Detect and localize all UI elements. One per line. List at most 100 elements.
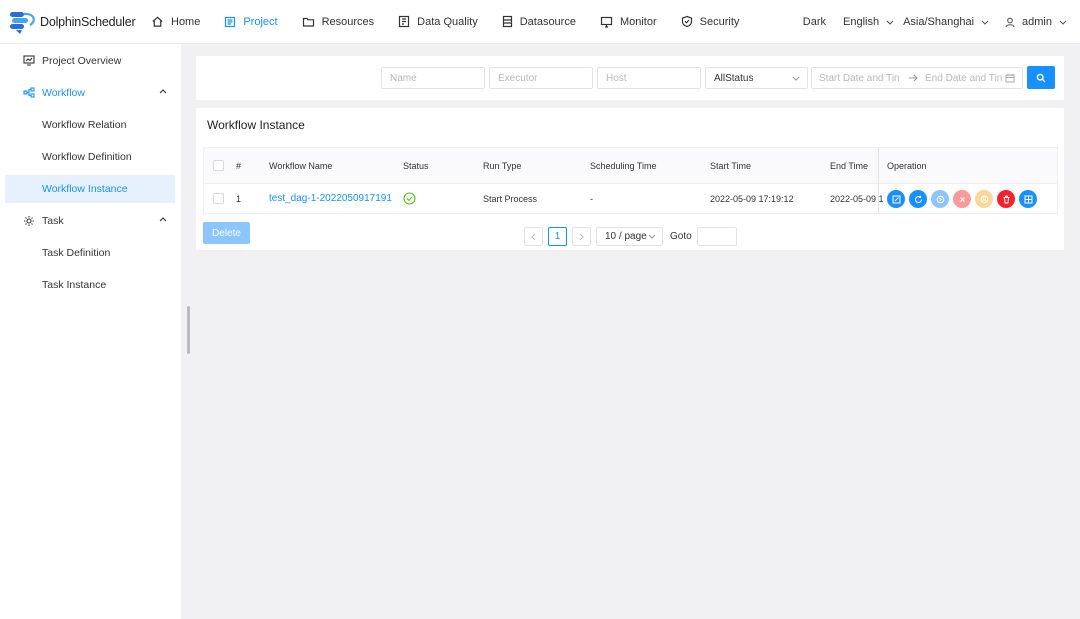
sidebar-item-task-instance[interactable]: Task Instance: [5, 271, 175, 299]
table-row: 1 test_dag-1-2022050917191 Start Process…: [204, 184, 1057, 214]
user-icon: [1005, 17, 1015, 27]
column-header-run-type: Run Type: [483, 161, 522, 171]
arrow-right-icon: [909, 74, 918, 82]
start-time: 2022-05-09 17:19:12: [710, 194, 794, 204]
recover-failed-button[interactable]: [931, 190, 949, 208]
stop-button[interactable]: [953, 190, 971, 208]
chevron-up-icon: [159, 217, 167, 222]
user-menu[interactable]: admin: [1005, 16, 1067, 28]
nav-datasource-label: Datasource: [519, 15, 576, 28]
language-select[interactable]: English: [843, 16, 894, 28]
nav-home-label: Home: [171, 15, 201, 28]
datasource-icon: [502, 15, 512, 28]
chevron-up-icon: [159, 89, 167, 94]
rerun-button[interactable]: [909, 190, 927, 208]
chevron-down-icon: [981, 20, 989, 25]
gear-icon: [24, 216, 34, 226]
language-label: English: [843, 16, 880, 28]
host-filter-placeholder: Host: [606, 72, 627, 84]
nav-monitor[interactable]: Monitor: [600, 0, 657, 44]
user-name: admin: [1022, 16, 1052, 28]
nav-project-label: Project: [243, 15, 278, 28]
stop-icon: [959, 196, 965, 202]
page-size-value: 10 / page: [605, 231, 647, 242]
sidebar: Project Overview Workflow Workflow Relat…: [0, 44, 181, 619]
sidebar-item-label: Workflow Definition: [42, 151, 132, 163]
table-header: # Workflow Name Status Run Type Scheduli…: [204, 148, 1057, 184]
goto-page-input[interactable]: [697, 227, 737, 246]
sidebar-item-label: Workflow Relation: [42, 119, 127, 131]
nav-datasource[interactable]: Datasource: [502, 0, 576, 44]
prev-page-button[interactable]: [524, 227, 543, 246]
header-tools: Dark English Asia/Shanghai admin: [803, 0, 1080, 44]
overview-icon: [23, 55, 35, 66]
row-checkbox[interactable]: [213, 193, 224, 204]
nav-resources-label: Resources: [321, 15, 375, 28]
chevron-down-icon: [886, 20, 894, 25]
monitor-icon: [600, 16, 613, 28]
name-filter-placeholder: Name: [390, 72, 417, 84]
pause-icon: [980, 195, 988, 203]
sidebar-item-label: Workflow: [42, 87, 85, 99]
select-all-checkbox[interactable]: [213, 160, 224, 171]
nav-home[interactable]: Home: [151, 0, 200, 44]
pause-button[interactable]: [975, 190, 993, 208]
status-success-icon: [403, 192, 416, 207]
column-header-end-time: End Time: [830, 161, 869, 171]
batch-delete-button[interactable]: Delete: [203, 222, 250, 244]
operation-column-divider: [878, 148, 879, 214]
nav-project[interactable]: Project: [224, 0, 278, 44]
sidebar-item-label: Task Instance: [42, 279, 107, 291]
sidebar-item-label: Task Definition: [42, 247, 111, 259]
name-filter-input[interactable]: Name: [381, 67, 485, 89]
delete-button-label: Delete: [212, 227, 241, 239]
gantt-icon: [1024, 195, 1032, 203]
column-header-index: #: [236, 161, 242, 171]
delete-row-button[interactable]: [997, 190, 1015, 208]
chevron-down-icon: [648, 234, 656, 239]
project-icon: [225, 16, 236, 27]
host-filter-input[interactable]: Host: [597, 67, 701, 89]
nav-resources[interactable]: Resources: [302, 0, 375, 44]
column-header-status: Status: [403, 161, 429, 171]
page-button-current[interactable]: 1: [548, 227, 567, 246]
gantt-button[interactable]: [1019, 190, 1037, 208]
date-range-picker[interactable]: Start Date and Tin End Date and Tin: [811, 67, 1023, 89]
sidebar-item-task-definition[interactable]: Task Definition: [5, 239, 175, 267]
sidebar-item-workflow[interactable]: Workflow: [5, 79, 175, 107]
trash-icon: [1003, 195, 1009, 203]
sidebar-item-workflow-definition[interactable]: Workflow Definition: [5, 143, 175, 171]
workflow-name-link[interactable]: test_dag-1-2022050917191: [269, 193, 392, 204]
scheduling-time: -: [590, 194, 593, 204]
sidebar-item-project-overview[interactable]: Project Overview: [5, 47, 175, 75]
nav-data-quality[interactable]: Data Quality: [398, 0, 478, 44]
page-size-select[interactable]: 10 / page: [596, 227, 663, 246]
current-page-number: 1: [554, 231, 561, 242]
end-time: 2022-05-09 1: [830, 194, 884, 204]
sidebar-item-workflow-relation[interactable]: Workflow Relation: [5, 111, 175, 139]
executor-filter-input[interactable]: Executor: [489, 67, 593, 89]
sidebar-item-task[interactable]: Task: [5, 207, 175, 235]
sidebar-scrollbar[interactable]: [187, 306, 190, 354]
edit-button[interactable]: [887, 190, 905, 208]
shield-icon: [681, 15, 692, 28]
search-button[interactable]: [1027, 66, 1055, 89]
nav-security[interactable]: Security: [681, 0, 740, 44]
chevron-left-icon: [531, 233, 536, 240]
main-nav: Home Project Resources Data Quality Data…: [145, 0, 757, 44]
next-page-button[interactable]: [572, 227, 591, 246]
column-header-operation: Operation: [887, 161, 927, 171]
chevron-right-icon: [579, 233, 584, 240]
sidebar-item-workflow-instance[interactable]: Workflow Instance: [5, 175, 175, 203]
app-logo[interactable]: DolphinScheduler: [0, 9, 145, 35]
nav-security-label: Security: [699, 15, 740, 28]
folder-icon: [302, 17, 314, 27]
status-filter-select[interactable]: AllStatus: [705, 67, 808, 89]
chevron-down-icon: [792, 76, 800, 81]
instance-table: # Workflow Name Status Run Type Scheduli…: [203, 147, 1058, 214]
goto-label: Goto: [670, 231, 692, 242]
timezone-select[interactable]: Asia/Shanghai: [903, 16, 989, 28]
theme-toggle[interactable]: Dark: [803, 16, 826, 28]
home-icon: [152, 16, 163, 27]
sidebar-item-label: Workflow Instance: [42, 183, 128, 195]
